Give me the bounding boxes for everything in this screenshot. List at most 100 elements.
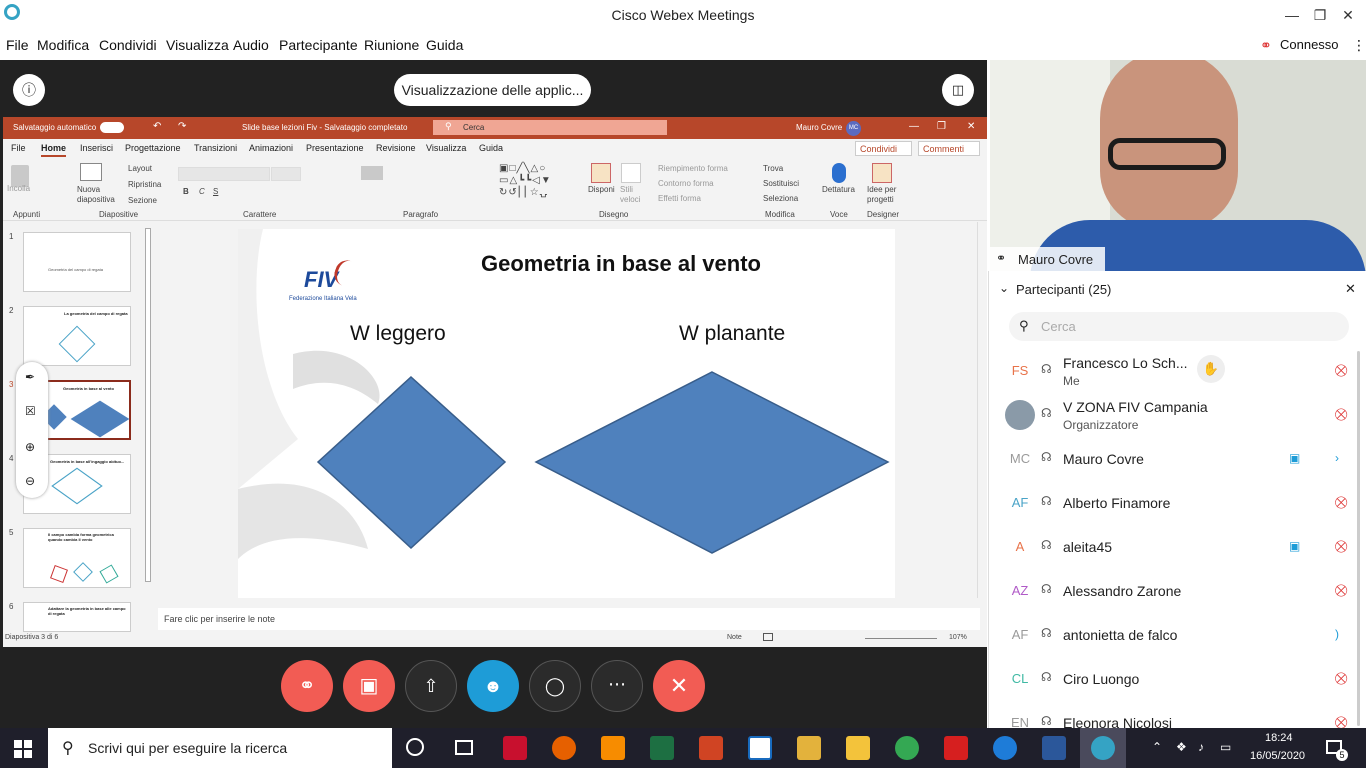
clock-time[interactable]: 18:24 (1265, 732, 1293, 744)
underline-button[interactable]: S (213, 187, 218, 196)
select-button[interactable]: Seleziona (763, 194, 798, 203)
more-options-button[interactable]: ⋯ (591, 660, 643, 712)
bullets-button[interactable] (361, 166, 383, 180)
chat-button[interactable]: ◯ (529, 660, 581, 712)
layout-button[interactable]: Layout (128, 164, 152, 173)
ppt-minimize-button[interactable]: — (909, 121, 919, 132)
notes-button[interactable]: Note (727, 634, 742, 641)
menu-visualizza[interactable]: Visualizza (166, 37, 229, 53)
tab-progettazione[interactable]: Progettazione (125, 143, 181, 153)
quick-styles-icon[interactable] (621, 163, 641, 183)
dictation-icon[interactable] (832, 163, 846, 183)
collapse-chevron-icon[interactable]: ⌄ (999, 281, 1009, 295)
new-slide-icon[interactable] (80, 163, 102, 181)
tab-file[interactable]: File (11, 143, 26, 153)
autocad-icon[interactable] (503, 736, 527, 760)
autosave-toggle[interactable] (100, 122, 124, 133)
tab-visualizza[interactable]: Visualizza (426, 143, 466, 153)
participants-search-input[interactable]: ⚲ Cerca (1009, 312, 1349, 341)
menu-partecipante[interactable]: Partecipante (279, 37, 358, 53)
normal-view-icon[interactable] (763, 633, 773, 641)
font-size-dropdown[interactable] (271, 167, 301, 181)
replace-button[interactable]: Sostituisci (763, 179, 799, 188)
shape-fill-button[interactable]: Riempimento forma (658, 164, 728, 173)
tray-chevron-icon[interactable]: ⌃ (1152, 740, 1162, 754)
leave-meeting-button[interactable]: ✕ (653, 660, 705, 712)
tab-animazioni[interactable]: Animazioni (249, 143, 293, 153)
participant-row[interactable]: ☊ V ZONA FIV Campania Organizzatore ⛒ (989, 393, 1366, 437)
revit-icon[interactable] (748, 736, 772, 760)
bold-button[interactable]: B (183, 187, 189, 196)
word-icon[interactable] (1042, 736, 1066, 760)
redo-icon[interactable]: ↷ (178, 121, 186, 132)
tab-presentazione[interactable]: Presentazione (306, 143, 364, 153)
designer-icon[interactable] (872, 163, 892, 183)
network-icon[interactable]: ▭ (1220, 740, 1231, 754)
maximize-button[interactable]: ❐ (1308, 4, 1332, 26)
tab-home[interactable]: Home (41, 143, 67, 157)
acrobat-icon[interactable] (944, 736, 968, 760)
menu-guida[interactable]: Guida (426, 37, 463, 53)
ppt-maximize-button[interactable]: ❐ (937, 121, 946, 132)
windows-start-icon[interactable] (14, 740, 32, 758)
tab-revisione[interactable]: Revisione (376, 143, 416, 153)
participant-row[interactable]: AF ☊ antonietta de falco) (989, 613, 1366, 657)
vlc-icon[interactable] (601, 736, 625, 760)
tab-guida[interactable]: Guida (479, 143, 503, 153)
file-explorer-icon[interactable] (846, 736, 870, 760)
zoom-in-icon[interactable]: ⊕ (25, 440, 35, 454)
share-content-button[interactable]: ⇧ (405, 660, 457, 712)
slide-thumb-1[interactable]: Geometria del campo di regata (23, 232, 131, 292)
excel-icon[interactable] (650, 736, 674, 760)
edge-icon[interactable] (993, 736, 1017, 760)
firefox-icon[interactable] (552, 736, 576, 760)
ppt-share-button[interactable]: Condividi (855, 141, 912, 156)
slide-scrollbar[interactable] (977, 222, 985, 598)
layout-toggle-button[interactable]: ◫ (942, 74, 974, 106)
vertical-ellipsis-icon[interactable]: ⋮ (1352, 37, 1366, 54)
info-button[interactable]: ⓘ (13, 74, 45, 106)
find-button[interactable]: Trova (763, 164, 783, 173)
reset-button[interactable]: Ripristina (128, 180, 161, 189)
menu-condividi[interactable]: Condividi (99, 37, 157, 53)
menu-modifica[interactable]: Modifica (37, 37, 89, 53)
participants-scrollbar[interactable] (1357, 351, 1360, 726)
mute-button[interactable]: ⚭ (281, 660, 333, 712)
slide-thumb-5[interactable]: Il campo cambia forma geometrica quando … (23, 528, 131, 588)
shapes-gallery[interactable]: ▣□╱╲△○ ▭△┗┗◁▼ ↻↺⎜⎜☆⍽ (499, 163, 579, 201)
zoom-level[interactable]: 107% (949, 634, 967, 641)
font-family-dropdown[interactable] (178, 167, 270, 181)
cortana-icon[interactable] (406, 738, 424, 756)
menu-riunione[interactable]: Riunione (364, 37, 419, 53)
tab-transizioni[interactable]: Transizioni (194, 143, 237, 153)
pen-icon[interactable]: ✒ (25, 370, 35, 384)
volume-icon[interactable]: ♪ (1198, 740, 1204, 754)
participant-row[interactable]: AF ☊ Alberto Finamore ⛒ (989, 481, 1366, 525)
taskbar-search-box[interactable]: ⚲ Scrivi qui per eseguire la ricerca (48, 728, 392, 768)
ppt-user-avatar[interactable]: MC (846, 121, 861, 136)
arrange-icon[interactable] (591, 163, 611, 183)
close-window-button[interactable]: ✕ (1336, 4, 1360, 26)
participants-button[interactable]: ☻ (467, 660, 519, 712)
stop-video-button[interactable]: ▣ (343, 660, 395, 712)
menu-audio[interactable]: Audio (233, 37, 269, 53)
close-panel-button[interactable]: ✕ (1345, 281, 1356, 297)
thumbs-scrollbar[interactable] (145, 228, 151, 582)
shape-effects-button[interactable]: Effetti forma (658, 194, 701, 203)
tab-inserisci[interactable]: Inserisci (80, 143, 113, 153)
powerpoint-icon[interactable] (699, 736, 723, 760)
task-view-icon[interactable] (455, 740, 473, 755)
participant-row[interactable]: A ☊ aleita45 ▣ ⛒ (989, 525, 1366, 569)
shape-outline-button[interactable]: Contorno forma (658, 179, 714, 188)
menu-file[interactable]: File (6, 37, 29, 53)
italic-button[interactable]: C (199, 187, 205, 196)
participant-row[interactable]: MC ☊ Mauro Covre ▣ › (989, 437, 1366, 481)
slide-canvas[interactable]: FIV Federazione Italiana Vela Geometria … (238, 229, 895, 598)
eraser-icon[interactable]: ☒ (25, 404, 36, 418)
ppt-close-button[interactable]: ✕ (967, 121, 975, 132)
notes-pane[interactable]: Fare clic per inserire le note (158, 608, 980, 630)
section-button[interactable]: Sezione (128, 196, 157, 205)
raised-hand-icon[interactable]: ✋ (1197, 355, 1225, 383)
chrome-icon[interactable] (895, 736, 919, 760)
participant-row[interactable]: FS ☊ Francesco Lo Sch... Me ✋ ⛒ (989, 349, 1366, 393)
